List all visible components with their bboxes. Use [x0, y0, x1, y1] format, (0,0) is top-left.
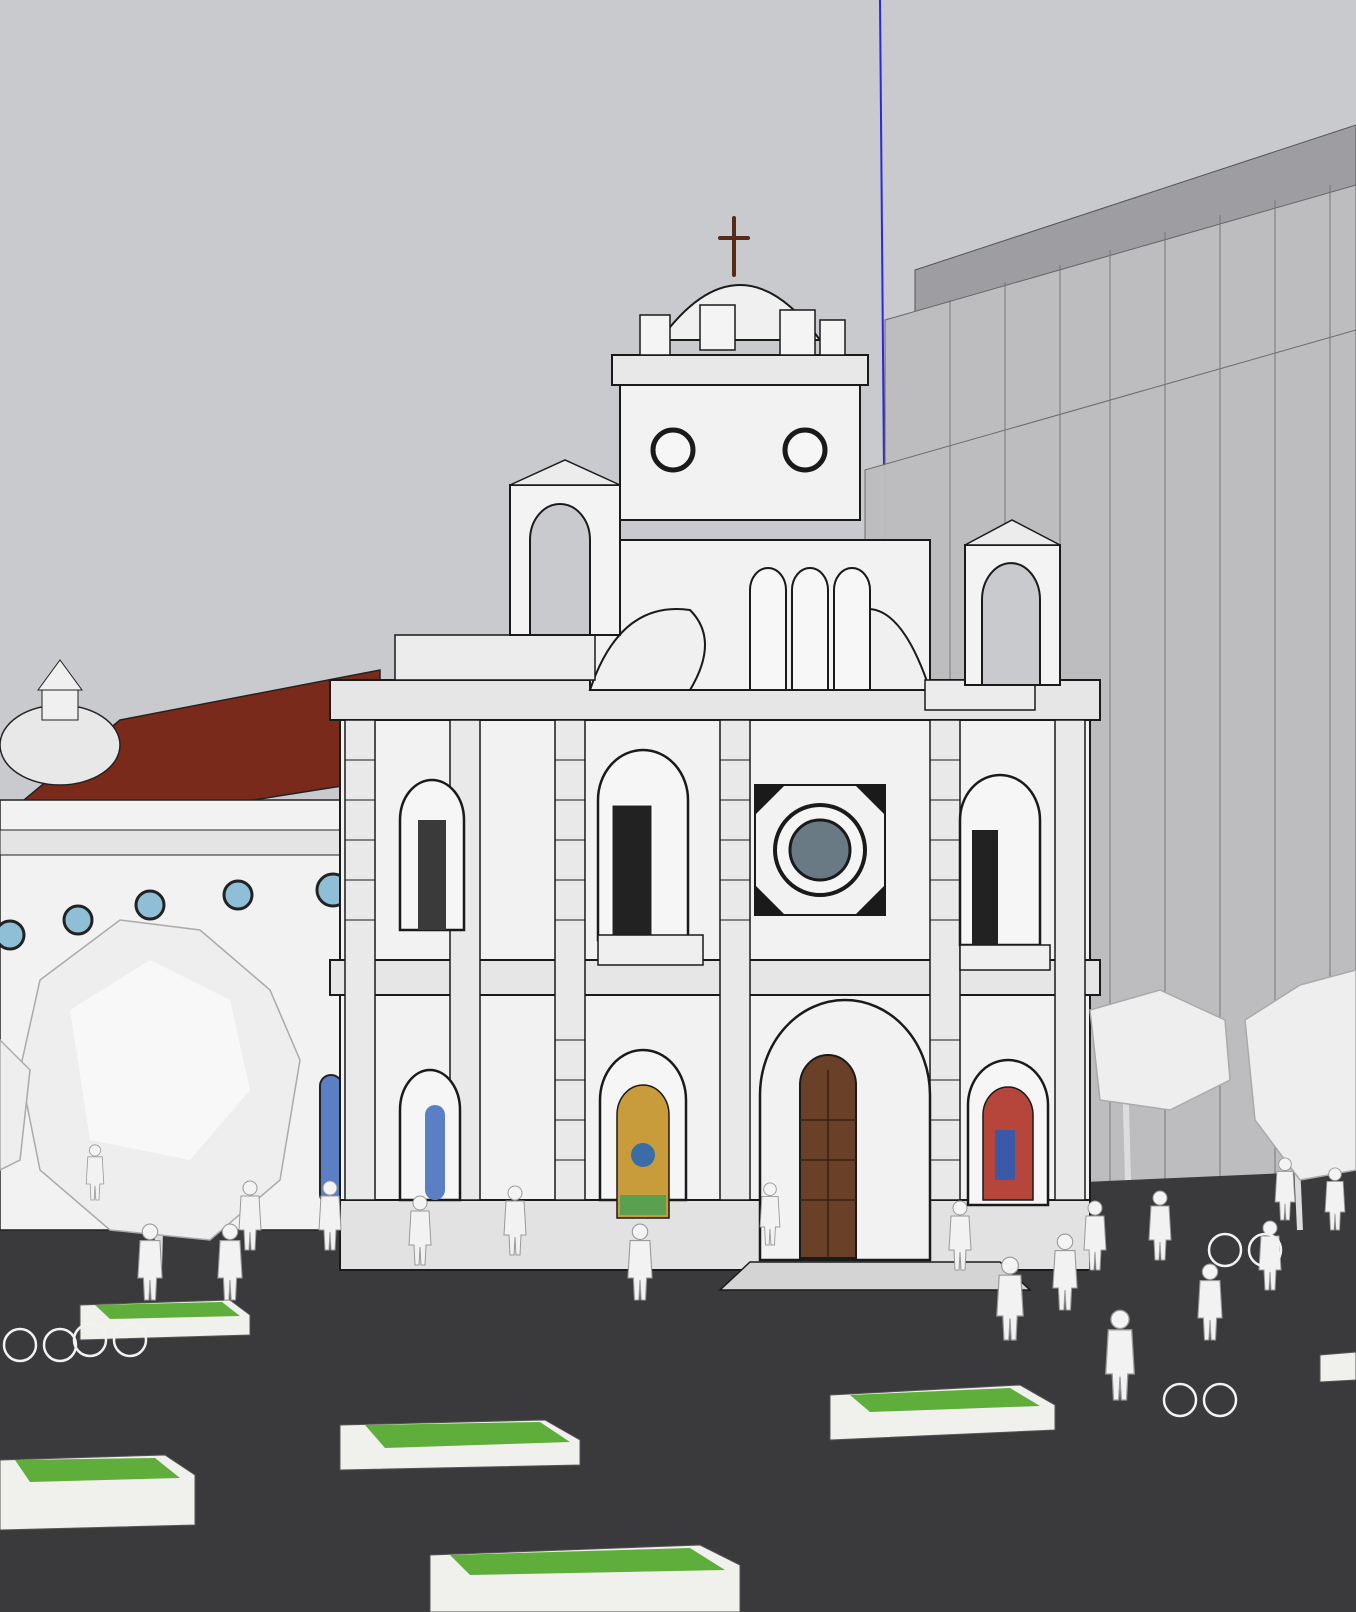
- upper-arched-window-right: [958, 773, 1051, 971]
- rose-window: [754, 784, 886, 916]
- bell-openings: [749, 567, 871, 691]
- main-entrance-door[interactable]: [758, 998, 932, 1262]
- stained-glass-window-left: [598, 1048, 688, 1219]
- entrance-steps: [718, 1261, 1032, 1291]
- tower-cornice: [611, 354, 869, 386]
- upper-arched-window-left: [398, 778, 466, 932]
- scene-canvas[interactable]: [0, 0, 1356, 1612]
- model-viewport[interactable]: [0, 0, 1356, 1612]
- side-belfry-right: [964, 519, 1061, 686]
- planter-3: [429, 1544, 741, 1612]
- stained-glass-window-right: [966, 1058, 1050, 1207]
- planter-6: [1319, 1351, 1356, 1383]
- facade-base: [339, 1199, 1091, 1271]
- planter-2: [0, 1454, 196, 1531]
- church-facade[interactable]: [329, 679, 1101, 1291]
- tower-clock-left: [650, 427, 696, 473]
- lower-arched-window-left: [398, 1068, 462, 1202]
- gable-balustrade-left: [394, 634, 596, 681]
- tower-clock-right: [782, 427, 828, 473]
- side-belfry-left: [509, 459, 621, 636]
- nave-cornice: [0, 829, 386, 856]
- planter-4: [829, 1384, 1056, 1441]
- planter-1: [339, 1419, 581, 1471]
